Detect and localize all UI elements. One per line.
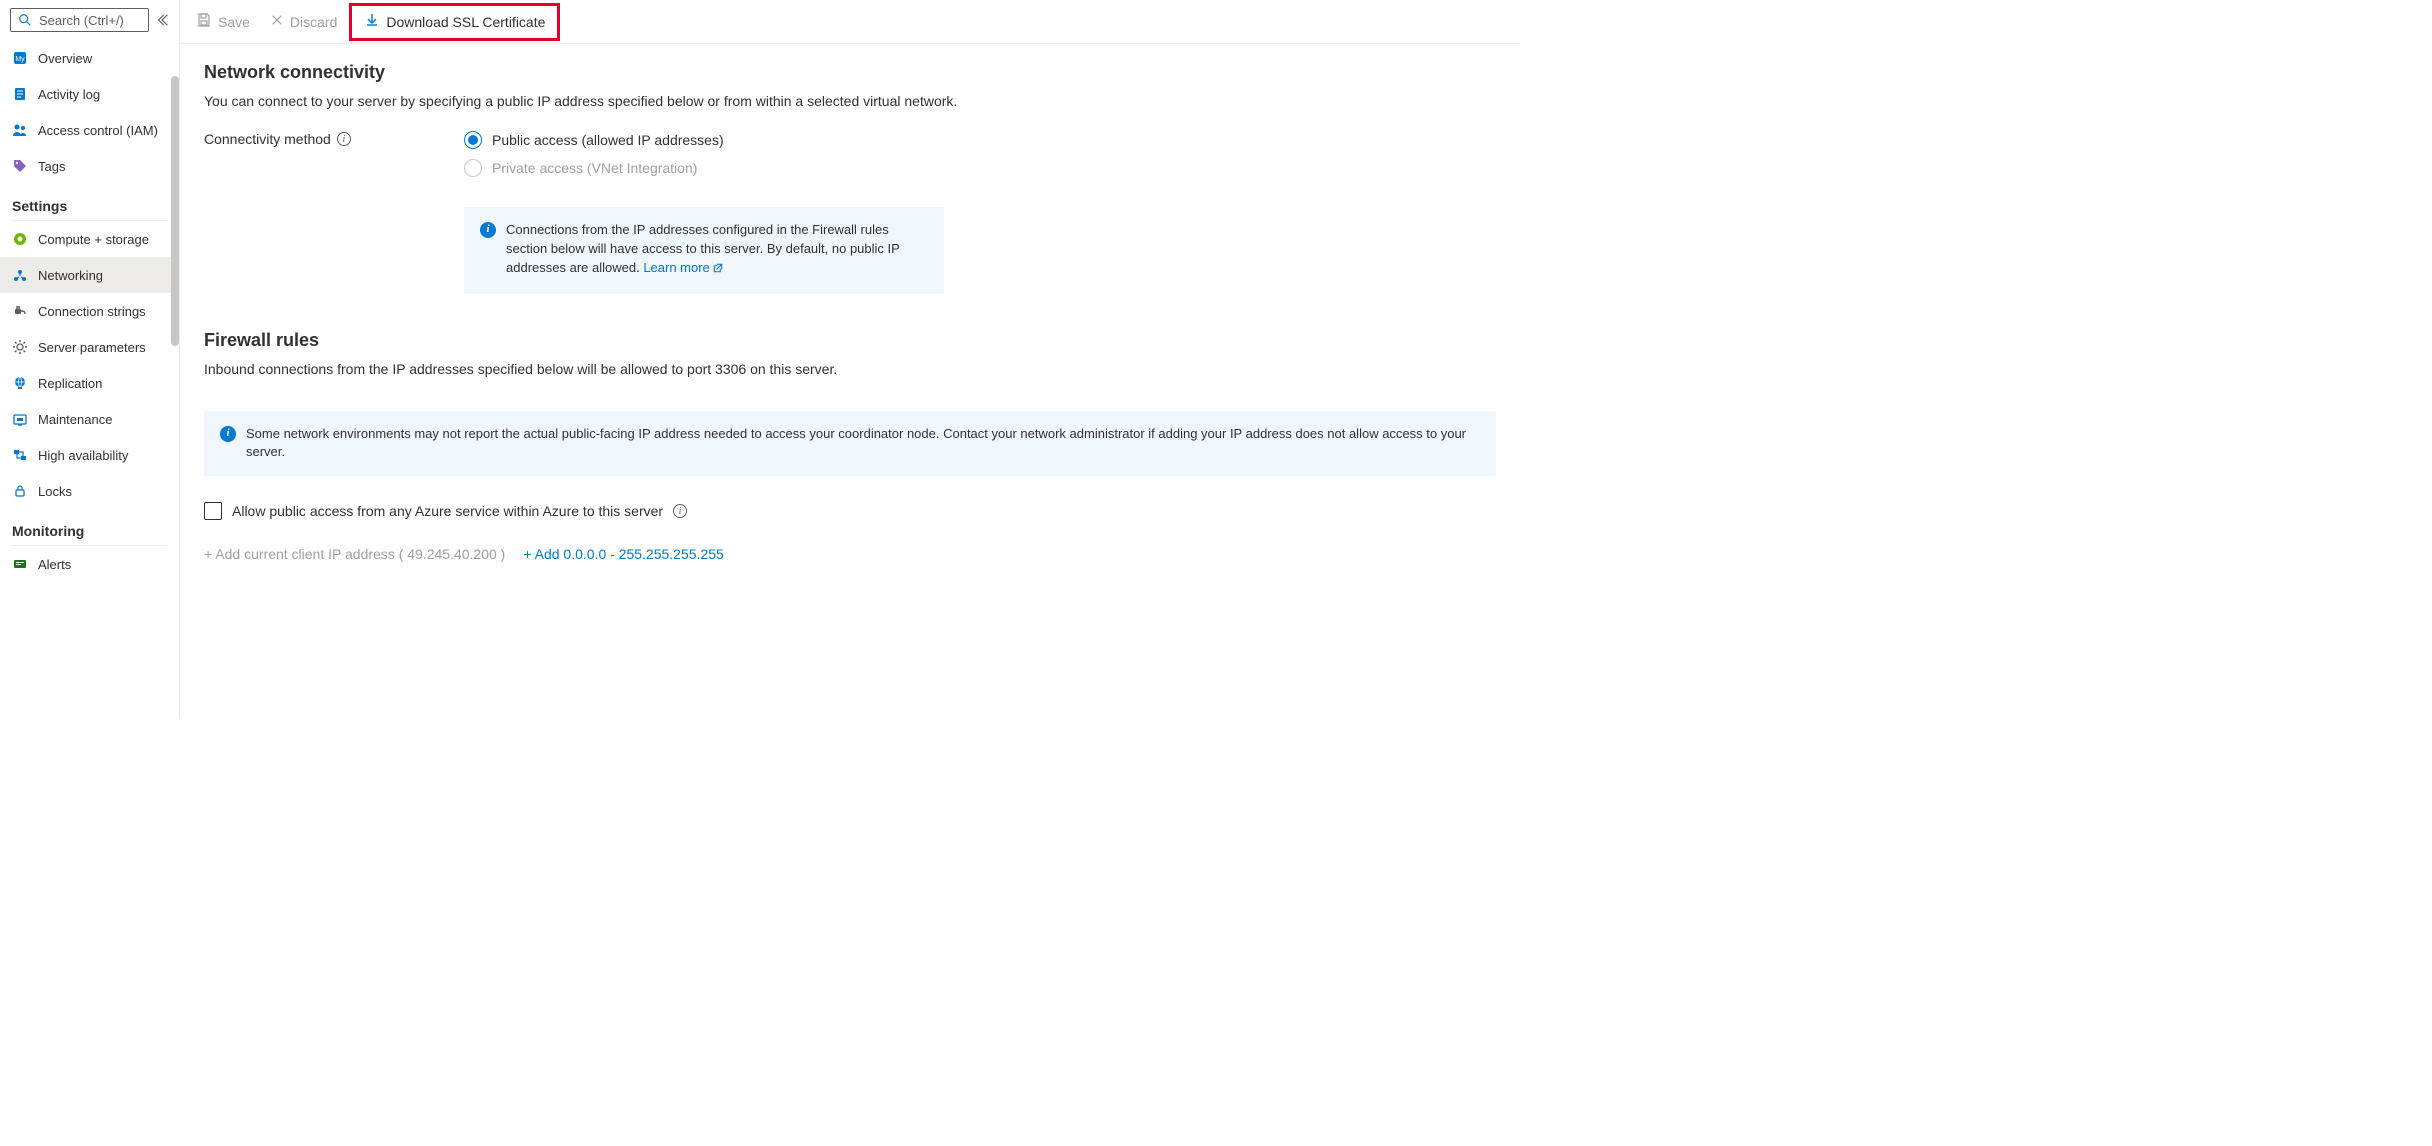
save-button[interactable]: Save (188, 6, 258, 38)
connectivity-radio-group: Public access (allowed IP addresses) Pri… (464, 131, 724, 177)
compute-icon (12, 231, 28, 247)
sidebar-item-label: Tags (38, 159, 65, 174)
sidebar-item-compute-storage[interactable]: Compute + storage (0, 221, 179, 257)
network-connectivity-title: Network connectivity (204, 62, 1496, 83)
add-ip-range-button[interactable]: + Add 0.0.0.0 - 255.255.255.255 (523, 546, 723, 562)
sidebar-item-activity-log[interactable]: Activity log (0, 76, 179, 112)
sidebar-group-monitoring: Monitoring (0, 509, 179, 543)
sidebar-item-label: Alerts (38, 557, 71, 572)
sidebar-item-high-availability[interactable]: High availability (0, 437, 179, 473)
search-input[interactable] (39, 13, 142, 28)
field-label-text: Connectivity method (204, 131, 331, 147)
content-area: Network connectivity You can connect to … (180, 44, 1520, 718)
search-icon (17, 12, 33, 28)
log-icon (12, 86, 28, 102)
ha-icon (12, 447, 28, 463)
info-box-network-env: i Some network environments may not repo… (204, 411, 1496, 477)
search-row (0, 0, 179, 40)
sidebar-item-tags[interactable]: Tags (0, 148, 179, 184)
highlight-frame: Download SSL Certificate (349, 3, 560, 41)
sidebar-item-label: Connection strings (38, 304, 146, 319)
sidebar-item-label: Networking (38, 268, 103, 283)
info-text: Some network environments may not report… (246, 425, 1480, 463)
sidebar-item-label: Replication (38, 376, 102, 391)
radio-label: Public access (allowed IP addresses) (492, 132, 724, 148)
sidebar-item-connection-strings[interactable]: Connection strings (0, 293, 179, 329)
radio-label: Private access (VNet Integration) (492, 160, 697, 176)
radio-checked-icon (464, 131, 482, 149)
info-icon[interactable]: i (337, 132, 351, 146)
save-icon (196, 12, 212, 31)
svg-text:My: My (15, 56, 25, 63)
info-icon: i (220, 426, 236, 442)
sidebar-item-label: Maintenance (38, 412, 112, 427)
add-ip-row: + Add current client IP address ( 49.245… (204, 546, 1496, 562)
connectivity-method-label: Connectivity method i (204, 131, 464, 147)
globe-icon (12, 375, 28, 391)
sidebar-item-label: Compute + storage (38, 232, 149, 247)
sidebar-item-label: Overview (38, 51, 92, 66)
save-label: Save (218, 14, 250, 30)
checkbox-unchecked-icon (204, 502, 222, 520)
allow-azure-checkbox-row[interactable]: Allow public access from any Azure servi… (204, 502, 1496, 520)
sidebar-item-access-control[interactable]: Access control (IAM) (0, 112, 179, 148)
people-icon (12, 122, 28, 138)
sidebar-item-networking[interactable]: Networking (0, 257, 179, 293)
external-link-icon (712, 261, 724, 280)
close-icon (270, 13, 284, 30)
info-text: Connections from the IP addresses config… (506, 221, 928, 280)
collapse-sidebar-button[interactable] (155, 12, 171, 28)
sidebar-item-label: Activity log (38, 87, 100, 102)
network-icon (12, 267, 28, 283)
sidebar-item-label: High availability (38, 448, 128, 463)
search-box[interactable] (10, 8, 149, 32)
download-label: Download SSL Certificate (386, 14, 545, 30)
info-icon: i (480, 222, 496, 238)
learn-more-link[interactable]: Learn more (643, 260, 723, 275)
sidebar-item-label: Access control (IAM) (38, 123, 158, 138)
info-box-firewall-access: i Connections from the IP addresses conf… (464, 207, 944, 294)
connectivity-method-row: Connectivity method i Public access (all… (204, 131, 1496, 177)
network-connectivity-desc: You can connect to your server by specif… (204, 93, 1496, 109)
firewall-rules-title: Firewall rules (204, 330, 1496, 351)
sidebar-item-replication[interactable]: Replication (0, 365, 179, 401)
sidebar-nav: My Overview Activity log Access control … (0, 40, 179, 718)
sidebar-item-server-parameters[interactable]: Server parameters (0, 329, 179, 365)
info-icon[interactable]: i (673, 504, 687, 518)
download-icon (364, 12, 380, 31)
link-label: Learn more (643, 260, 709, 275)
gear-icon (12, 339, 28, 355)
plug-icon (12, 303, 28, 319)
toolbar: Save Discard Download SSL Certificate (180, 0, 1520, 44)
sidebar: My Overview Activity log Access control … (0, 0, 180, 718)
discard-button[interactable]: Discard (262, 6, 345, 38)
radio-private-access: Private access (VNet Integration) (464, 159, 724, 177)
sidebar-item-alerts[interactable]: Alerts (0, 546, 179, 582)
sidebar-group-settings: Settings (0, 184, 179, 218)
mysql-icon: My (12, 50, 28, 66)
sidebar-item-overview[interactable]: My Overview (0, 40, 179, 76)
firewall-rules-desc: Inbound connections from the IP addresse… (204, 361, 1496, 377)
alert-icon (12, 556, 28, 572)
add-client-ip-button[interactable]: + Add current client IP address ( 49.245… (204, 546, 505, 562)
checkbox-label: Allow public access from any Azure servi… (232, 503, 663, 519)
download-ssl-button[interactable]: Download SSL Certificate (356, 6, 553, 38)
sidebar-item-maintenance[interactable]: Maintenance (0, 401, 179, 437)
radio-public-access[interactable]: Public access (allowed IP addresses) (464, 131, 724, 149)
radio-disabled-icon (464, 159, 482, 177)
main-panel: Save Discard Download SSL Certificate Ne… (180, 0, 1520, 718)
tag-icon (12, 158, 28, 174)
sidebar-item-label: Locks (38, 484, 72, 499)
maintenance-icon (12, 411, 28, 427)
scrollbar-thumb[interactable] (171, 76, 179, 346)
sidebar-item-locks[interactable]: Locks (0, 473, 179, 509)
discard-label: Discard (290, 14, 337, 30)
sidebar-item-label: Server parameters (38, 340, 146, 355)
lock-icon (12, 483, 28, 499)
